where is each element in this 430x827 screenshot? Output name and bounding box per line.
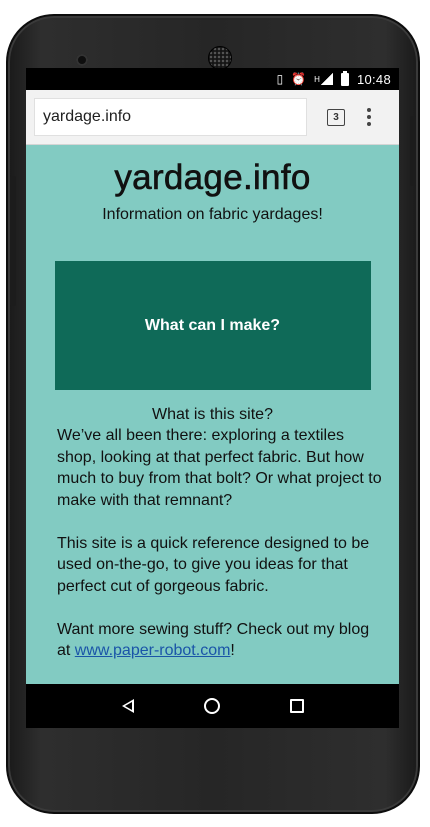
about-section: We’ve all been there: exploring a textil…: [26, 425, 399, 662]
back-icon: [122, 699, 135, 713]
status-time: 10:48: [356, 71, 391, 87]
blog-text-end: !: [230, 642, 235, 659]
page-title: yardage.info: [114, 158, 311, 198]
about-paragraph-2: This site is a quick reference designed …: [57, 534, 370, 595]
front-camera: [76, 54, 88, 66]
status-bar: ▯ ⏰ H 10:48: [26, 68, 399, 90]
browser-toolbar: yardage.info 3: [26, 90, 399, 145]
page-tagline: Information on fabric yardages!: [102, 206, 323, 223]
volume-button: [10, 176, 16, 306]
power-button: [410, 116, 416, 186]
recents-button[interactable]: [283, 692, 311, 720]
vibrate-icon: ▯: [276, 72, 284, 86]
screen: ▯ ⏰ H 10:48 yardage.info 3 yardage.info …: [26, 68, 399, 684]
page-content: yardage.info Information on fabric yarda…: [26, 157, 399, 662]
android-nav-bar: [26, 684, 399, 728]
url-field[interactable]: yardage.info: [34, 98, 307, 136]
about-paragraph-3: Want more sewing stuff? Check out my blo…: [57, 619, 383, 662]
what-can-i-make-button[interactable]: What can I make?: [54, 261, 371, 390]
network-type-label: H: [314, 74, 320, 84]
home-button[interactable]: [198, 692, 226, 720]
about-paragraph-1: We’ve all been there: exploring a textil…: [57, 427, 382, 509]
battery-icon: [340, 70, 349, 86]
back-button[interactable]: [114, 692, 142, 720]
tab-switcher-button[interactable]: 3: [327, 108, 345, 126]
signal-icon: H: [314, 73, 333, 85]
blog-link[interactable]: www.paper-robot.com: [75, 642, 231, 659]
earpiece-speaker: [208, 46, 232, 70]
about-heading: What is this site?: [152, 406, 273, 423]
home-icon: [204, 698, 221, 714]
more-vert-icon[interactable]: [367, 108, 371, 126]
recents-icon: [289, 699, 304, 713]
alarm-icon: ⏰: [291, 72, 307, 86]
